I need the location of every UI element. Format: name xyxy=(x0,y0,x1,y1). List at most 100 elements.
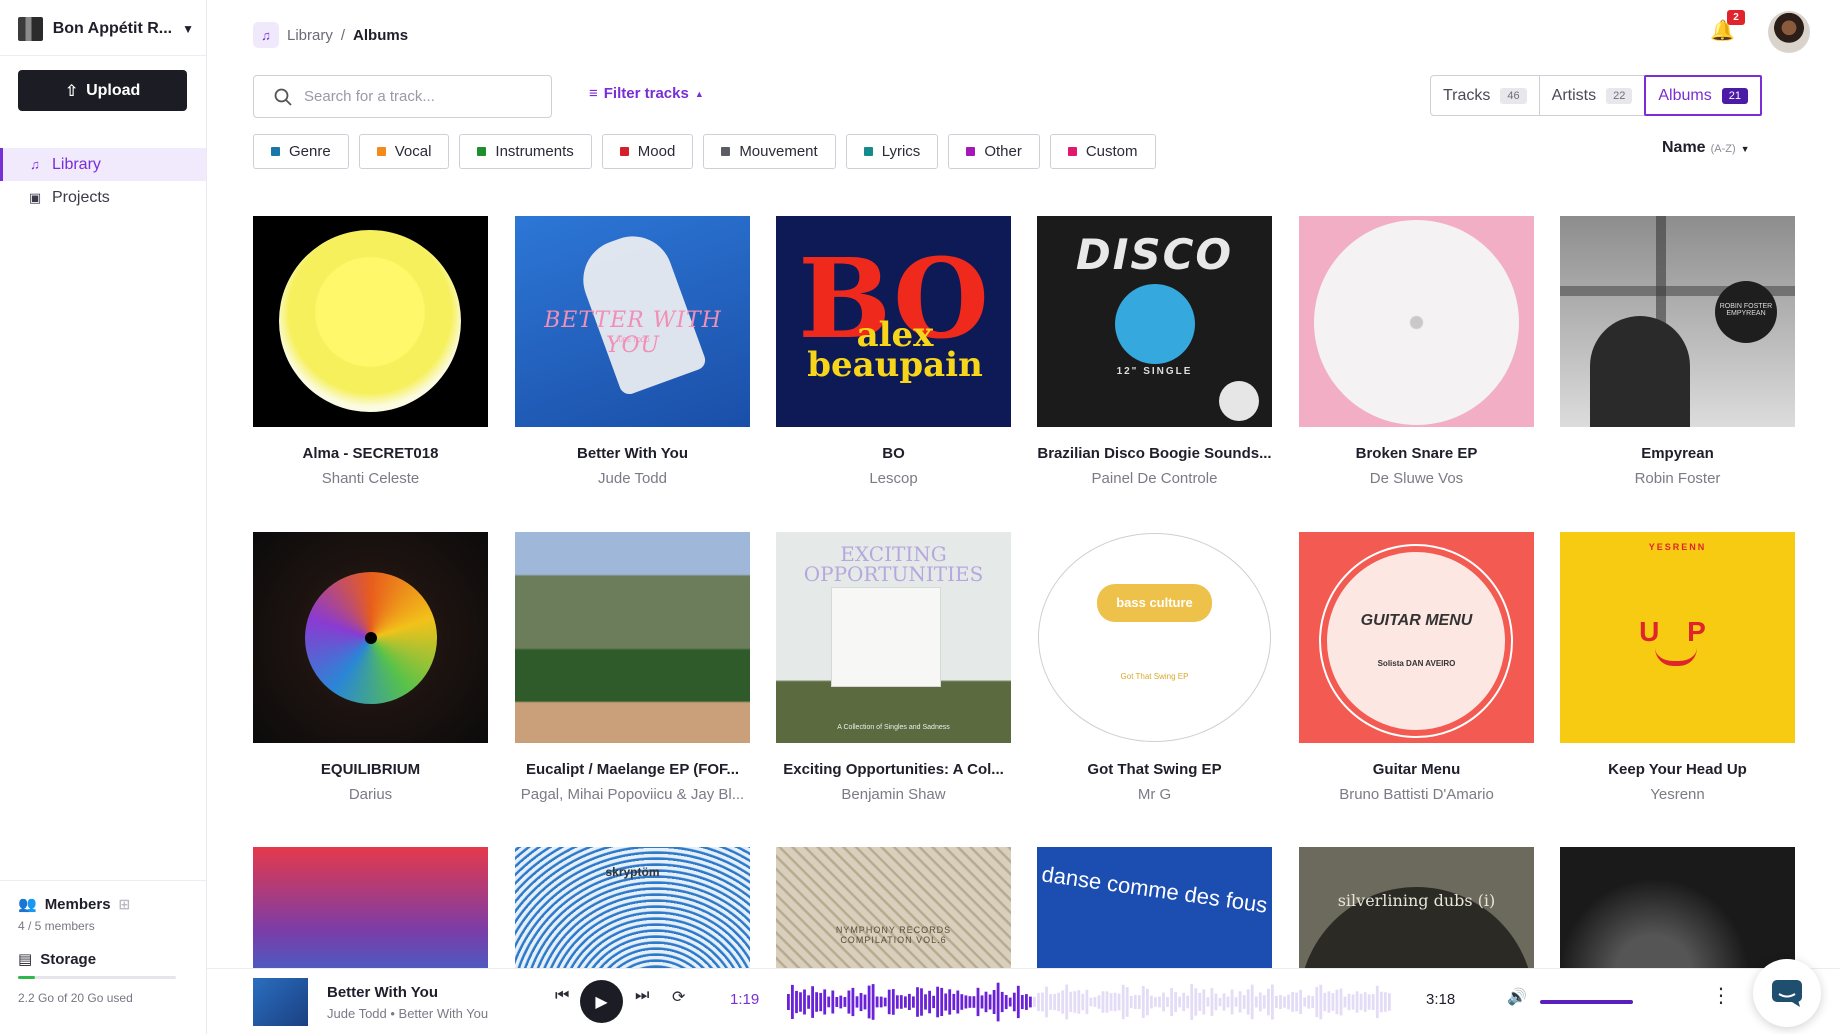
chip-other[interactable]: Other xyxy=(948,134,1040,169)
chip-label: Custom xyxy=(1085,143,1138,160)
topbar: ♫ Library / Albums 🔔 2 xyxy=(207,0,1840,66)
chip-label: Lyrics xyxy=(881,143,921,160)
chip-label: Vocal xyxy=(394,143,432,160)
player-subtitle: Jude Todd • Better With You xyxy=(327,1006,489,1021)
album-title: Better With You xyxy=(577,445,688,462)
chip-custom[interactable]: Custom xyxy=(1049,134,1156,169)
play-button[interactable]: ▶ xyxy=(580,980,623,1023)
workspace-switcher[interactable]: Bon Appétit R... ▼ xyxy=(18,14,194,44)
duration-time: 3:18 xyxy=(1426,991,1456,1008)
album-cover: BO alex beaupain xyxy=(776,216,1011,427)
cover-text: DISCO xyxy=(1075,230,1234,279)
sort-label: Name xyxy=(1662,139,1706,156)
album-card[interactable]: Eucalipt / Maelange EP (FOF... Pagal, Mi… xyxy=(515,532,750,803)
album-card[interactable]: Alma - SECRET018 Shanti Celeste xyxy=(253,216,488,487)
chip-color-dot xyxy=(721,147,731,156)
storage-bar xyxy=(18,976,176,979)
album-cover: BETTER WITH YOU JUDE TODD xyxy=(515,216,750,427)
album-cover: GUITAR MENU Solista DAN AVEIRO xyxy=(1299,532,1534,743)
album-card[interactable]: skryptöm xyxy=(515,847,750,968)
album-title: Alma - SECRET018 xyxy=(302,445,439,462)
album-card[interactable]: BETTER WITH YOU JUDE TODD Better With Yo… xyxy=(515,216,750,487)
album-card[interactable]: silverlining dubs (i) xyxy=(1299,847,1534,968)
album-card[interactable]: DISCO 12" SINGLE Brazilian Disco Boogie … xyxy=(1037,216,1272,487)
folder-icon: ▣ xyxy=(28,189,42,205)
chip-instruments[interactable]: Instruments xyxy=(459,134,592,169)
cover-text: bass culture xyxy=(1097,584,1212,622)
cover-text: BETTER WITH YOU xyxy=(544,308,722,358)
chip-color-dot xyxy=(863,147,873,156)
chip-label: Mood xyxy=(637,143,676,160)
breadcrumb-current: Albums xyxy=(353,26,409,44)
cover-text: ROBIN FOSTER EMPYREAN xyxy=(1715,281,1777,343)
chip-mouvement[interactable]: Mouvement xyxy=(703,134,836,169)
album-artist: Painel De Controle xyxy=(1091,470,1218,487)
album-cover xyxy=(1299,216,1534,427)
search-icon xyxy=(274,88,292,106)
album-card[interactable]: danse comme des fous xyxy=(1037,847,1272,968)
repeat-icon[interactable]: ⟳ xyxy=(672,987,685,1007)
sidebar-item-library[interactable]: ♫ Library xyxy=(0,148,206,181)
cover-text: EXCITING OPPORTUNITIES xyxy=(803,542,984,586)
chip-genre[interactable]: Genre xyxy=(253,134,349,169)
sidebar: Bon Appétit R... ▼ ⇧ Upload ♫ Library ▣ … xyxy=(0,0,207,1034)
album-artist: De Sluwe Vos xyxy=(1369,470,1464,487)
album-card[interactable] xyxy=(253,847,488,968)
album-card[interactable]: bass culture Got That Swing EP Got That … xyxy=(1037,532,1272,803)
album-title: BO xyxy=(882,445,905,462)
add-member-icon[interactable]: ⊞ xyxy=(119,896,131,913)
album-card[interactable]: ROBIN FOSTER EMPYREAN Empyrean Robin Fos… xyxy=(1560,216,1795,487)
album-card[interactable]: BO alex beaupain BO Lescop xyxy=(776,216,1011,487)
previous-icon[interactable]: ⏮ xyxy=(555,987,569,1005)
album-card[interactable]: NYMPHONY RECORDS COMPILATION VOL.6 xyxy=(776,847,1011,968)
chip-color-dot xyxy=(619,147,629,156)
more-options-icon[interactable]: ⋮ xyxy=(1711,983,1731,1008)
filter-tracks-button[interactable]: ≡ Filter tracks ▲ xyxy=(589,85,704,102)
album-cover: danse comme des fous xyxy=(1037,847,1272,968)
upload-button[interactable]: ⇧ Upload xyxy=(18,70,187,111)
upload-label: Upload xyxy=(86,81,141,99)
player-title[interactable]: Better With You xyxy=(327,984,438,1001)
album-title: Guitar Menu xyxy=(1372,761,1461,778)
cover-text: silverlining dubs (i) xyxy=(1337,891,1496,910)
avatar[interactable] xyxy=(1768,11,1810,53)
storage-fill xyxy=(18,976,36,979)
cover-text: U P xyxy=(1639,616,1716,647)
notification-badge: 2 xyxy=(1727,10,1745,25)
album-card[interactable]: EQUILIBRIUM Darius xyxy=(253,532,488,803)
chip-vocal[interactable]: Vocal xyxy=(358,134,450,169)
storage-label: Storage xyxy=(40,950,97,968)
album-cover: bass culture Got That Swing EP xyxy=(1037,532,1272,743)
tab-label: Artists xyxy=(1551,86,1597,104)
tab-artists[interactable]: Artists 22 xyxy=(1540,76,1646,115)
chat-support-button[interactable] xyxy=(1753,959,1821,1027)
sort-dropdown[interactable]: Name (A-Z) ▼ xyxy=(1662,139,1750,157)
volume-icon[interactable]: 🔊 xyxy=(1507,987,1527,1007)
audio-player: Better With You Jude Todd • Better With … xyxy=(207,968,1840,1034)
tab-tracks[interactable]: Tracks 46 xyxy=(1431,76,1540,115)
tab-albums[interactable]: Albums 21 xyxy=(1644,75,1762,116)
album-card[interactable]: Broken Snare EP De Sluwe Vos xyxy=(1299,216,1534,487)
filter-label: Filter tracks xyxy=(603,85,689,102)
album-card[interactable] xyxy=(1560,847,1795,968)
album-card[interactable]: EXCITING OPPORTUNITIES A Collection of S… xyxy=(776,532,1011,803)
album-title: Broken Snare EP xyxy=(1355,445,1478,462)
breadcrumb-separator: / xyxy=(340,26,346,44)
next-icon[interactable]: ⏭ xyxy=(635,987,649,1005)
tab-label: Tracks xyxy=(1443,86,1491,104)
sidebar-item-projects[interactable]: ▣ Projects xyxy=(0,181,206,214)
music-note-icon: ♫ xyxy=(30,157,40,172)
cover-text: Solista DAN AVEIRO xyxy=(1377,659,1456,668)
members-label[interactable]: Members xyxy=(45,896,111,913)
volume-slider[interactable] xyxy=(1540,1000,1633,1004)
album-card[interactable]: YESRENN U P Keep Your Head Up Yesrenn xyxy=(1560,532,1795,803)
chip-lyrics[interactable]: Lyrics xyxy=(845,134,939,169)
waveform-seek[interactable] xyxy=(787,979,1392,1025)
album-card[interactable]: GUITAR MENU Solista DAN AVEIRO Guitar Me… xyxy=(1299,532,1534,803)
search-input[interactable] xyxy=(304,88,524,105)
breadcrumb: ♫ Library / Albums xyxy=(253,22,408,48)
breadcrumb-parent[interactable]: Library xyxy=(287,27,333,44)
album-title: Exciting Opportunities: A Col... xyxy=(783,761,1004,778)
chip-label: Other xyxy=(984,143,1022,160)
chip-mood[interactable]: Mood xyxy=(601,134,694,169)
